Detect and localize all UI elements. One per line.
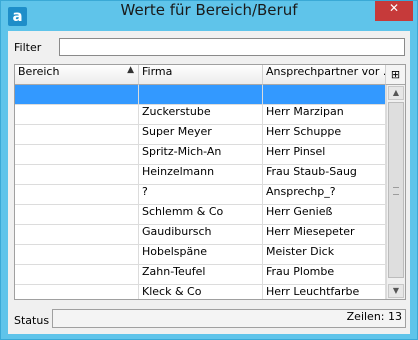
table-cell[interactable] (15, 265, 139, 284)
scroll-up-button[interactable]: ▲ (388, 86, 404, 100)
column-header-label: Firma (142, 65, 173, 78)
table-cell[interactable]: Zuckerstube (139, 105, 263, 124)
table-cell[interactable] (139, 85, 263, 104)
table-cell[interactable] (15, 165, 139, 184)
table-cell[interactable]: Herr Marzipan (263, 105, 386, 124)
table-cell[interactable]: Super Meyer (139, 125, 263, 144)
table-cell[interactable]: Gaudibursch (139, 225, 263, 244)
table-cell[interactable]: Zahn-Teufel (139, 265, 263, 284)
table-cell[interactable] (15, 145, 139, 164)
column-header-ansprechpartner[interactable]: Ansprechpartner vor ... (263, 65, 386, 85)
scrollbar-thumb[interactable] (388, 102, 404, 278)
dialog-window: a Werte für Bereich/Beruf ✕ Filter Berei… (0, 0, 418, 340)
table-cell[interactable]: Frau Plombe (263, 265, 386, 284)
window-title: Werte für Bereich/Beruf (120, 1, 298, 19)
table-row[interactable]: ? Ansprechp_? (15, 185, 386, 205)
close-icon: ✕ (388, 1, 400, 15)
table-row[interactable]: Zahn-Teufel Frau Plombe (15, 265, 386, 285)
table-cell[interactable]: Schlemm & Co (139, 205, 263, 224)
column-chooser-icon: ⊞ (390, 68, 401, 81)
table-row[interactable]: Spritz-Mich-An Herr Pinsel (15, 145, 386, 165)
column-header-firma[interactable]: Firma (139, 65, 263, 85)
table-cell[interactable]: Meister Dick (263, 245, 386, 264)
table-cell[interactable]: Heinzelmann (139, 165, 263, 184)
column-header-label: Bereich (18, 65, 60, 78)
dialog-body: Filter Bereich ▲ Firma Ansprechpartner v… (8, 31, 410, 334)
table-row[interactable]: Gaudibursch Herr Miesepeter (15, 225, 386, 245)
table-cell[interactable] (15, 105, 139, 124)
table-cell[interactable]: Herr Genieß (263, 205, 386, 224)
column-header-label: Ansprechpartner vor ... (266, 65, 386, 78)
table-row[interactable]: Heinzelmann Frau Staub-Saug (15, 165, 386, 185)
table-cell[interactable] (15, 125, 139, 144)
column-header-bereich[interactable]: Bereich ▲ (15, 65, 139, 85)
table-cell[interactable] (263, 85, 386, 104)
filter-input[interactable] (59, 38, 405, 56)
table-cell[interactable]: Herr Leuchtfarbe (263, 285, 386, 299)
table-cell[interactable]: Kleck & Co (139, 285, 263, 299)
close-button[interactable]: ✕ (375, 1, 413, 21)
table-cell[interactable]: Ansprechp_? (263, 185, 386, 204)
chevron-up-icon: ▲ (392, 88, 400, 97)
table-cell[interactable] (15, 85, 139, 104)
table-row[interactable] (15, 85, 386, 105)
grip-icon (393, 187, 399, 195)
table-cell[interactable]: Frau Staub-Saug (263, 165, 386, 184)
chevron-down-icon: ▼ (392, 286, 400, 295)
sort-ascending-icon: ▲ (127, 65, 134, 75)
table-row[interactable]: Schlemm & Co Herr Genieß (15, 205, 386, 225)
row-count: Zeilen: 13 (346, 310, 402, 323)
status-label: Status (14, 314, 50, 327)
table-cell[interactable]: Hobelspäne (139, 245, 263, 264)
column-chooser-button[interactable]: ⊞ (386, 65, 405, 85)
table-cell[interactable] (15, 285, 139, 299)
filter-label: Filter (14, 41, 42, 54)
values-grid: Bereich ▲ Firma Ansprechpartner vor ... … (14, 64, 406, 300)
table-row[interactable]: Hobelspäne Meister Dick (15, 245, 386, 265)
vertical-scrollbar[interactable]: ▲ ▼ (386, 85, 405, 299)
grid-rows: Zuckerstube Herr Marzipan Super Meyer Herr … (15, 85, 386, 299)
table-cell[interactable] (15, 225, 139, 244)
status-bar: Zeilen: 13 (52, 309, 406, 328)
table-row[interactable]: Super Meyer Herr Schuppe (15, 125, 386, 145)
table-cell[interactable] (15, 205, 139, 224)
scroll-down-button[interactable]: ▼ (388, 284, 404, 298)
table-cell[interactable]: Spritz-Mich-An (139, 145, 263, 164)
table-cell[interactable]: Herr Pinsel (263, 145, 386, 164)
table-cell[interactable]: Herr Miesepeter (263, 225, 386, 244)
table-row[interactable]: Zuckerstube Herr Marzipan (15, 105, 386, 125)
table-cell[interactable] (15, 185, 139, 204)
table-cell[interactable]: Herr Schuppe (263, 125, 386, 144)
table-row[interactable]: Kleck & Co Herr Leuchtfarbe (15, 285, 386, 299)
table-cell[interactable] (15, 245, 139, 264)
table-cell[interactable]: ? (139, 185, 263, 204)
title-bar[interactable]: a Werte für Bereich/Beruf ✕ (1, 1, 417, 31)
